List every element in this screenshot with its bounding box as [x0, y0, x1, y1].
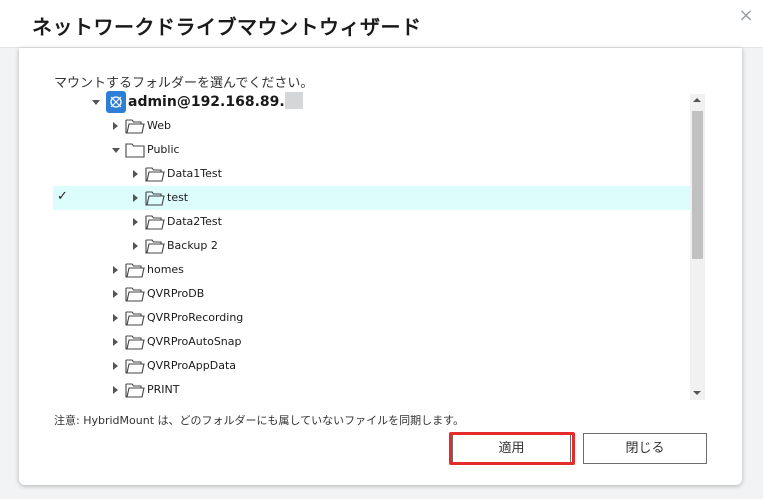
- folder-icon: [145, 167, 165, 182]
- check-icon: ✓: [57, 189, 68, 204]
- chevron-right-icon[interactable]: [133, 242, 138, 250]
- close-button[interactable]: 閉じる: [583, 433, 707, 464]
- folder-prompt: マウントするフォルダーを選んでください。: [54, 76, 314, 91]
- tree-item-label: Web: [147, 119, 171, 132]
- tree-item-test[interactable]: ✓ test: [53, 186, 690, 210]
- tree-item-label: QVRProRecording: [147, 311, 244, 324]
- tree-item-print[interactable]: PRINT: [53, 378, 690, 402]
- nas-server-icon: [106, 91, 126, 113]
- scroll-down-icon[interactable]: [693, 391, 701, 395]
- apply-button-highlight: [449, 432, 575, 465]
- redacted-mask: [284, 92, 303, 109]
- tree-scrollbar[interactable]: [690, 94, 705, 400]
- tree-item-label: Public: [147, 143, 180, 156]
- tree-item-public[interactable]: Public: [53, 138, 690, 162]
- tree-item-label: PRINT: [147, 383, 180, 396]
- chevron-right-icon[interactable]: [113, 266, 118, 274]
- folder-icon: [145, 191, 165, 206]
- mount-wizard-dialog: ネットワークドライブマウントウィザード × マウントするフォルダーを選んでくださ…: [0, 0, 763, 499]
- folder-icon: [125, 143, 145, 158]
- tree-item-label: QVRProAppData: [147, 359, 237, 372]
- folder-icon: [125, 263, 145, 278]
- chevron-right-icon[interactable]: [133, 194, 138, 202]
- chevron-right-icon[interactable]: [113, 338, 118, 346]
- tree-item-qvrprodb[interactable]: QVRProDB: [53, 282, 690, 306]
- sync-note: 注意: HybridMount は、どのフォルダーにも属していないファイルを同期…: [54, 414, 465, 427]
- folder-selection-panel: マウントするフォルダーを選んでください。 admin@192.168.89. W…: [19, 48, 742, 485]
- folder-icon: [125, 311, 145, 326]
- tree-item-data1test[interactable]: Data1Test: [53, 162, 690, 186]
- folder-icon: [125, 383, 145, 398]
- chevron-right-icon[interactable]: [133, 170, 138, 178]
- chevron-right-icon[interactable]: [133, 218, 138, 226]
- tree-root-label: admin@192.168.89.: [128, 92, 303, 110]
- folder-icon: [145, 239, 165, 254]
- folder-icon: [145, 215, 165, 230]
- folder-icon: [125, 335, 145, 350]
- tree-item-web[interactable]: Web: [53, 114, 690, 138]
- folder-icon: [125, 287, 145, 302]
- close-icon[interactable]: ×: [736, 6, 756, 26]
- chevron-right-icon[interactable]: [113, 314, 118, 322]
- tree-item-label: QVRProDB: [147, 287, 205, 300]
- folder-tree: admin@192.168.89. Web Public Data1Test ✓: [53, 90, 706, 402]
- folder-icon: [125, 119, 145, 134]
- tree-item-qvrproappdata[interactable]: QVRProAppData: [53, 354, 690, 378]
- chevron-down-icon[interactable]: [112, 148, 120, 153]
- chevron-right-icon[interactable]: [113, 122, 118, 130]
- tree-item-data2test[interactable]: Data2Test: [53, 210, 690, 234]
- tree-root[interactable]: admin@192.168.89.: [53, 90, 690, 114]
- chevron-down-icon[interactable]: [92, 100, 100, 105]
- chevron-right-icon[interactable]: [113, 290, 118, 298]
- tree-item-qvrproautosnap[interactable]: QVRProAutoSnap: [53, 330, 690, 354]
- dialog-title: ネットワークドライブマウントウィザード: [32, 15, 422, 39]
- tree-item-backup-2[interactable]: Backup 2: [53, 234, 690, 258]
- tree-item-label: Data1Test: [167, 167, 222, 180]
- tree-item-label: homes: [147, 263, 184, 276]
- tree-item-label: Backup 2: [167, 239, 218, 252]
- tree-item-homes[interactable]: homes: [53, 258, 690, 282]
- tree-item-qvrprorecording[interactable]: QVRProRecording: [53, 306, 690, 330]
- chevron-right-icon[interactable]: [113, 386, 118, 394]
- tree-item-label: test: [167, 191, 189, 204]
- scroll-up-icon[interactable]: [693, 98, 701, 102]
- tree-item-label: QVRProAutoSnap: [147, 335, 242, 348]
- tree-item-label: Data2Test: [167, 215, 222, 228]
- title-bar: ネットワークドライブマウントウィザード ×: [0, 0, 763, 48]
- folder-icon: [125, 359, 145, 374]
- chevron-right-icon[interactable]: [113, 362, 118, 370]
- scrollbar-thumb[interactable]: [692, 111, 703, 259]
